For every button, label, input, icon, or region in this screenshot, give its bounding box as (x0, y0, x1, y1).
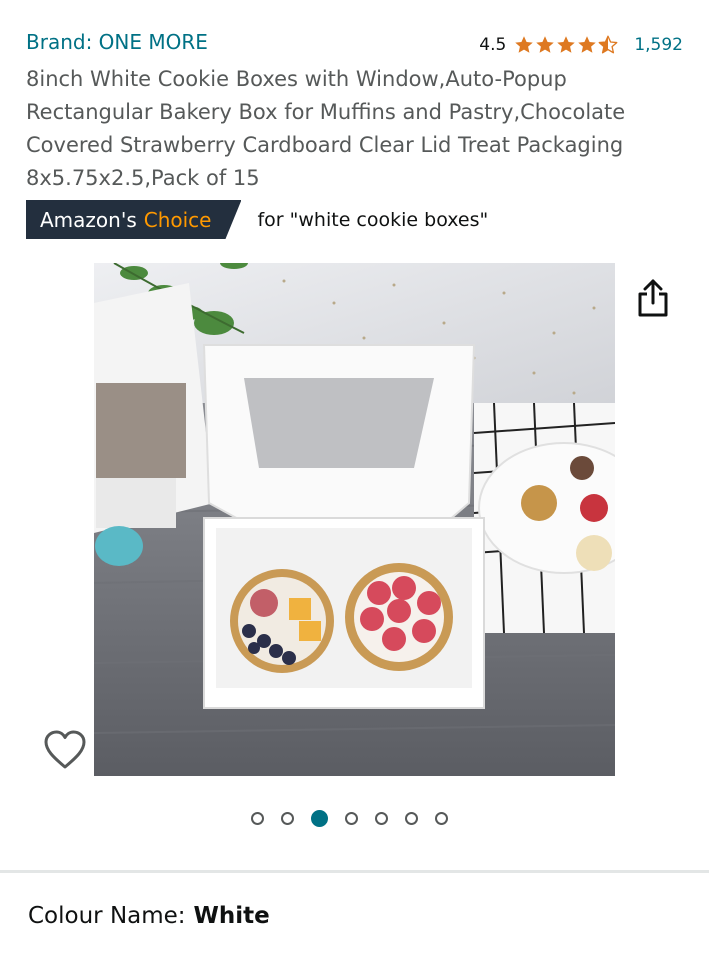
image-carousel-indicator (0, 810, 709, 827)
star-full-icon (557, 36, 576, 53)
colour-label: Colour Name: (28, 903, 186, 929)
share-icon[interactable] (636, 279, 670, 317)
badge-keyword: for "white cookie boxes" (257, 208, 489, 231)
colour-value: White (193, 903, 270, 929)
carousel-dot[interactable] (405, 812, 418, 825)
divider (0, 870, 709, 873)
review-count[interactable]: 1,592 (634, 35, 683, 55)
rating-summary[interactable]: 4.5 1,592 (479, 35, 683, 55)
carousel-dot[interactable] (375, 812, 388, 825)
product-photo (94, 263, 615, 776)
carousel-dot[interactable] (345, 812, 358, 825)
badge-prefix: Amazon's (40, 207, 137, 232)
star-full-icon (536, 36, 555, 53)
rating-value: 4.5 (479, 35, 507, 55)
amazons-choice-badge[interactable]: Amazon's Choice for "white cookie boxes" (26, 200, 488, 239)
badge-label: Amazon's Choice (26, 200, 241, 239)
star-full-icon (515, 36, 534, 53)
carousel-dot-active[interactable] (311, 810, 328, 827)
star-full-icon (578, 36, 597, 53)
heart-icon[interactable] (43, 729, 87, 771)
carousel-dot[interactable] (281, 812, 294, 825)
star-rating (514, 35, 618, 55)
badge-choice: Choice (143, 207, 212, 232)
carousel-dot[interactable] (251, 812, 264, 825)
star-half-icon (598, 35, 618, 54)
product-title: 8inch White Cookie Boxes with Window,Aut… (26, 67, 626, 190)
colour-selection: Colour Name: White (28, 903, 270, 929)
carousel-dot[interactable] (435, 812, 448, 825)
product-image[interactable] (94, 263, 615, 776)
brand-link[interactable]: Brand: ONE MORE (26, 30, 208, 54)
